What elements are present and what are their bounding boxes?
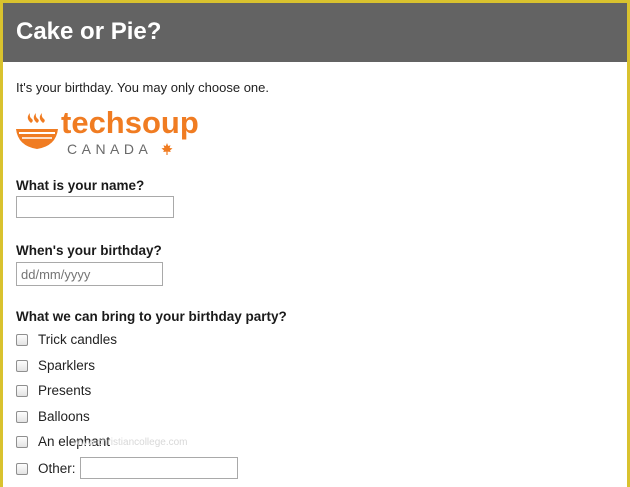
checkbox[interactable] [16, 385, 28, 397]
watermark-text: www.christiancollege.com [73, 437, 188, 448]
option-label: Balloons [38, 409, 90, 424]
checkbox[interactable] [16, 334, 28, 346]
soup-bowl-icon [16, 113, 58, 149]
techsoup-logo: techsoup CANADA [15, 105, 230, 163]
page-frame: Cake or Pie? It's your birthday. You may… [0, 0, 630, 487]
logo-subtitle: CANADA [67, 141, 153, 157]
form-header: Cake or Pie? [3, 3, 627, 62]
checkbox[interactable] [16, 436, 28, 448]
option-label: Sparklers [38, 358, 96, 373]
logo-wordmark: techsoup [61, 105, 199, 140]
option-sparklers[interactable]: Sparklers [16, 357, 416, 377]
option-label: Presents [38, 383, 92, 398]
checkbox[interactable] [16, 360, 28, 372]
option-trick-candles[interactable]: Trick candles [16, 331, 416, 351]
option-label: Other: [38, 461, 76, 476]
form-description: It's your birthday. You may only choose … [16, 80, 270, 95]
other-input[interactable] [80, 457, 238, 479]
option-other[interactable]: Other: [16, 457, 416, 480]
checkbox[interactable] [16, 463, 28, 475]
birthday-question-label: When's your birthday? [16, 243, 162, 258]
form-title: Cake or Pie? [16, 18, 162, 45]
maple-leaf-icon [161, 143, 173, 155]
party-question-label: What we can bring to your birthday party… [16, 309, 287, 324]
option-presents[interactable]: Presents [16, 382, 416, 402]
name-input[interactable] [16, 196, 174, 218]
name-question-label: What is your name? [16, 178, 145, 193]
option-label: Trick candles [38, 332, 118, 347]
birthday-input[interactable] [16, 262, 163, 286]
option-balloons[interactable]: Balloons [16, 408, 416, 428]
checkbox[interactable] [16, 411, 28, 423]
